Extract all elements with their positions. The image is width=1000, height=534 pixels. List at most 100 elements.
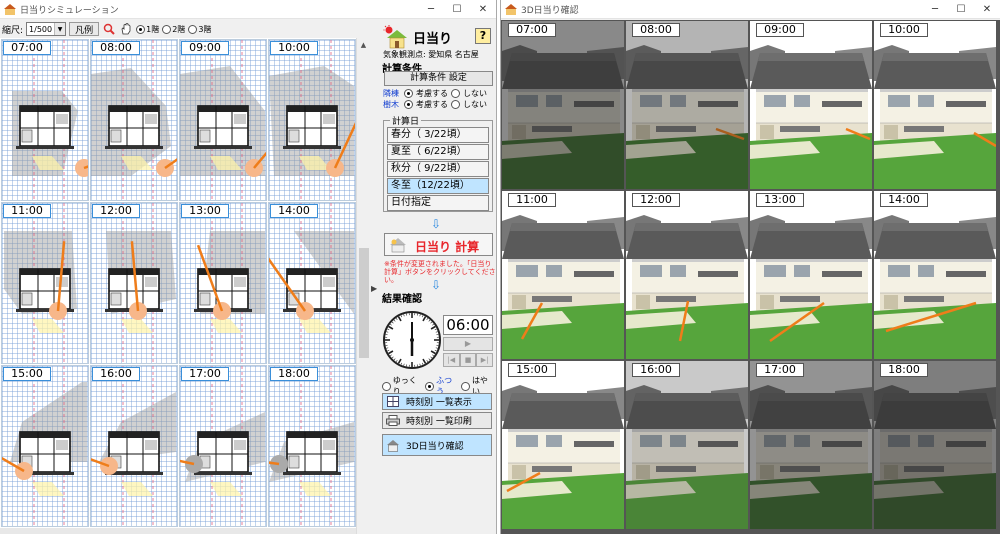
calc-button[interactable]: 日当り 計算 — [384, 233, 493, 256]
scene-time-label: 16:00 — [632, 363, 680, 377]
horizontal-scrollbar[interactable] — [0, 528, 356, 534]
neighbor-ignore-label: しない — [463, 89, 487, 98]
panel-splitter[interactable]: ▶ — [370, 20, 378, 534]
scene-cell[interactable]: 08:00 — [626, 21, 748, 189]
first-icon[interactable]: |◀ — [443, 353, 460, 367]
minimize-button[interactable]: ─ — [922, 4, 948, 15]
close-button[interactable]: ✕ — [470, 4, 496, 15]
scene-time-label: 13:00 — [756, 193, 804, 207]
date-summer-button[interactable]: 夏至（ 6/22頃） — [387, 144, 489, 160]
plan-drawing — [2, 366, 87, 526]
neighbor-row: 隣棟 考慮する しない — [383, 88, 493, 99]
chevron-down-icon: ▼ — [54, 23, 66, 35]
close-button[interactable]: ✕ — [974, 4, 1000, 15]
help-button[interactable]: ? — [475, 28, 491, 44]
plan-cell[interactable]: 09:00 — [179, 39, 267, 201]
floor3-label: 3階 — [198, 24, 212, 34]
scroll-up-icon[interactable]: ▲ — [357, 38, 370, 52]
speed-fast-radio[interactable] — [461, 381, 470, 391]
date-spring-button[interactable]: 春分（ 3/22頃） — [387, 127, 489, 143]
pan-hand-icon[interactable] — [119, 22, 133, 36]
date-autumn-button[interactable]: 秋分（ 9/22頃） — [387, 161, 489, 177]
floor2-radio[interactable]: 2階 — [162, 24, 185, 35]
calc-date-group: 計算日 春分（ 3/22頃） 夏至（ 6/22頃） 秋分（ 9/22頃） 冬至（… — [383, 114, 493, 212]
scene-cell[interactable]: 13:00 — [750, 191, 872, 359]
speed-normal-radio[interactable] — [425, 381, 435, 391]
scene-cell[interactable]: 09:00 — [750, 21, 872, 189]
tree-label: 樹木 — [383, 100, 399, 109]
list-view-button[interactable]: 時刻別 一覧表示 — [382, 393, 492, 410]
view3d-button[interactable]: 3D日当り確認 — [382, 434, 492, 456]
plan-cell[interactable]: 15:00 — [1, 365, 89, 527]
time-label: 08:00 — [92, 41, 140, 55]
calc-icon — [390, 238, 406, 253]
scene-cell[interactable]: 16:00 — [626, 361, 748, 529]
time-label: 10:00 — [270, 41, 318, 55]
window-title: 3D日当り確認 — [521, 5, 579, 16]
plan-cell[interactable]: 14:00 — [268, 202, 356, 364]
list-print-button[interactable]: 時刻別 一覧印刷 — [382, 412, 492, 429]
time-label: 09:00 — [181, 41, 229, 55]
scene-time-label: 18:00 — [880, 363, 928, 377]
last-icon[interactable]: ▶| — [476, 353, 494, 367]
scene-cell[interactable]: 17:00 — [750, 361, 872, 529]
scene-cell[interactable]: 10:00 — [874, 21, 996, 189]
tree-consider-radio[interactable] — [404, 100, 413, 109]
legend-button[interactable]: 凡例 — [69, 22, 100, 36]
plan-toolbar: 縮尺: 1/500 ▼ 凡例 1階 2階 3階 — [0, 20, 370, 38]
plan-cell[interactable]: 08:00 — [90, 39, 178, 201]
plan-cell[interactable]: 10:00 — [268, 39, 356, 201]
plan-cell[interactable]: 12:00 — [90, 202, 178, 364]
scene-cell[interactable]: 15:00 — [502, 361, 624, 529]
plan-cell[interactable]: 13:00 — [179, 202, 267, 364]
neighbor-consider-radio[interactable] — [404, 89, 413, 98]
scene-cell[interactable]: 18:00 — [874, 361, 996, 529]
speed-slow-radio[interactable] — [382, 381, 391, 391]
calc-button-label: 日当り 計算 — [415, 240, 480, 254]
floor1-radio[interactable]: 1階 — [136, 24, 159, 35]
scene-cell[interactable]: 11:00 — [502, 191, 624, 359]
list-view-label: 時刻別 一覧表示 — [406, 398, 472, 408]
maximize-button[interactable]: ☐ — [444, 4, 470, 15]
arrow-down-icon: ⇩ — [431, 278, 442, 292]
minimize-button[interactable]: ─ — [418, 4, 444, 15]
plan-drawing — [180, 40, 266, 200]
zoom-icon[interactable] — [102, 22, 116, 36]
radio-dot — [162, 24, 172, 34]
plan-cell[interactable]: 07:00 — [1, 39, 89, 201]
observation-point: 気象観測点: 愛知県 名古屋 — [383, 50, 479, 59]
plan-cell[interactable]: 18:00 — [268, 365, 356, 527]
floor3-radio[interactable]: 3階 — [188, 24, 211, 35]
tree-ignore-radio[interactable] — [451, 100, 460, 109]
date-custom-button[interactable]: 日付指定 — [387, 195, 489, 211]
scale-select[interactable]: 1/500 ▼ — [26, 22, 67, 36]
scene-time-label: 14:00 — [880, 193, 928, 207]
view3d-label: 3D日当り確認 — [406, 441, 464, 452]
neighbor-ignore-radio[interactable] — [451, 89, 460, 98]
plan-cell[interactable]: 16:00 — [90, 365, 178, 527]
stop-icon[interactable]: ■ — [459, 353, 477, 367]
scene-cell[interactable]: 07:00 — [502, 21, 624, 189]
house-scene — [750, 191, 872, 359]
scene-cell[interactable]: 14:00 — [874, 191, 996, 359]
vertical-scrollbar[interactable]: ▲ — [356, 38, 370, 534]
scene-cell[interactable]: 12:00 — [626, 191, 748, 359]
plan-drawing — [4, 203, 77, 363]
plan-cell[interactable]: 17:00 — [179, 365, 267, 527]
plan-cell[interactable]: 11:00 — [1, 202, 89, 364]
date-winter-button[interactable]: 冬至（12/22頃） — [387, 178, 489, 194]
neighbor-label: 隣棟 — [383, 89, 399, 98]
panel-header: 日当り — [383, 24, 452, 50]
house-scene — [626, 361, 748, 529]
plan-drawing — [91, 40, 177, 200]
house-scene — [874, 21, 996, 189]
arrow-down-icon: ⇩ — [431, 217, 442, 231]
collapse-arrow-icon[interactable]: ▶ — [371, 284, 377, 293]
maximize-button[interactable]: ☐ — [948, 4, 974, 15]
titlebar: 日当りシミュレーション ─ ☐ ✕ — [0, 0, 496, 19]
house-scene — [626, 21, 748, 189]
scroll-thumb[interactable] — [359, 248, 369, 358]
play-button[interactable]: ▶ — [443, 337, 493, 351]
calc-conditions-button[interactable]: 計算条件 設定 — [384, 71, 493, 86]
scene-time-label: 08:00 — [632, 23, 680, 37]
